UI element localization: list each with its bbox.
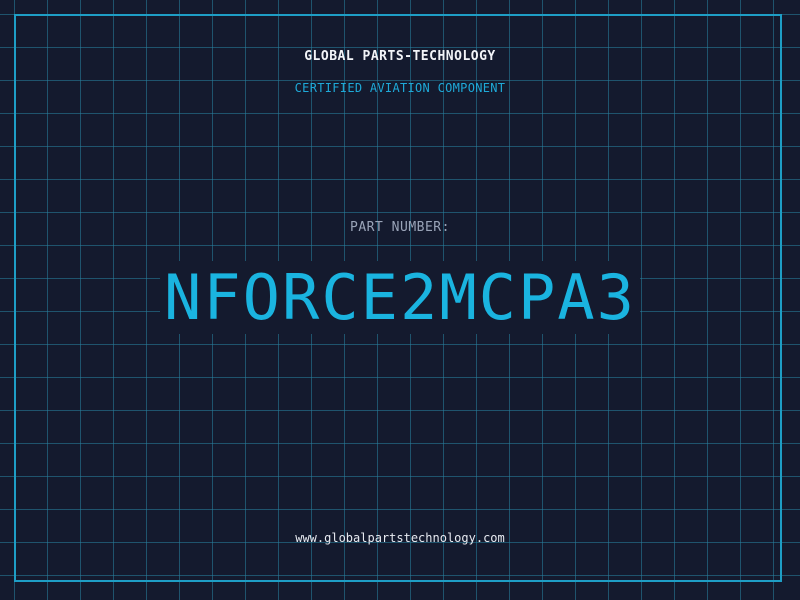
company-name: GLOBAL PARTS-TECHNOLOGY [304,49,496,64]
website-link[interactable]: www.globalpartstechnology.com [0,531,800,545]
part-number-label: PART NUMBER: [350,220,450,235]
certificate-card: GLOBAL PARTS-TECHNOLOGY CERTIFIED AVIATI… [0,0,800,600]
certification-tagline: CERTIFIED AVIATION COMPONENT [294,81,506,95]
part-number-value: NFORCE2MCPA3 [160,261,640,334]
part-number-value-container: NFORCE2MCPA3 [0,261,800,334]
